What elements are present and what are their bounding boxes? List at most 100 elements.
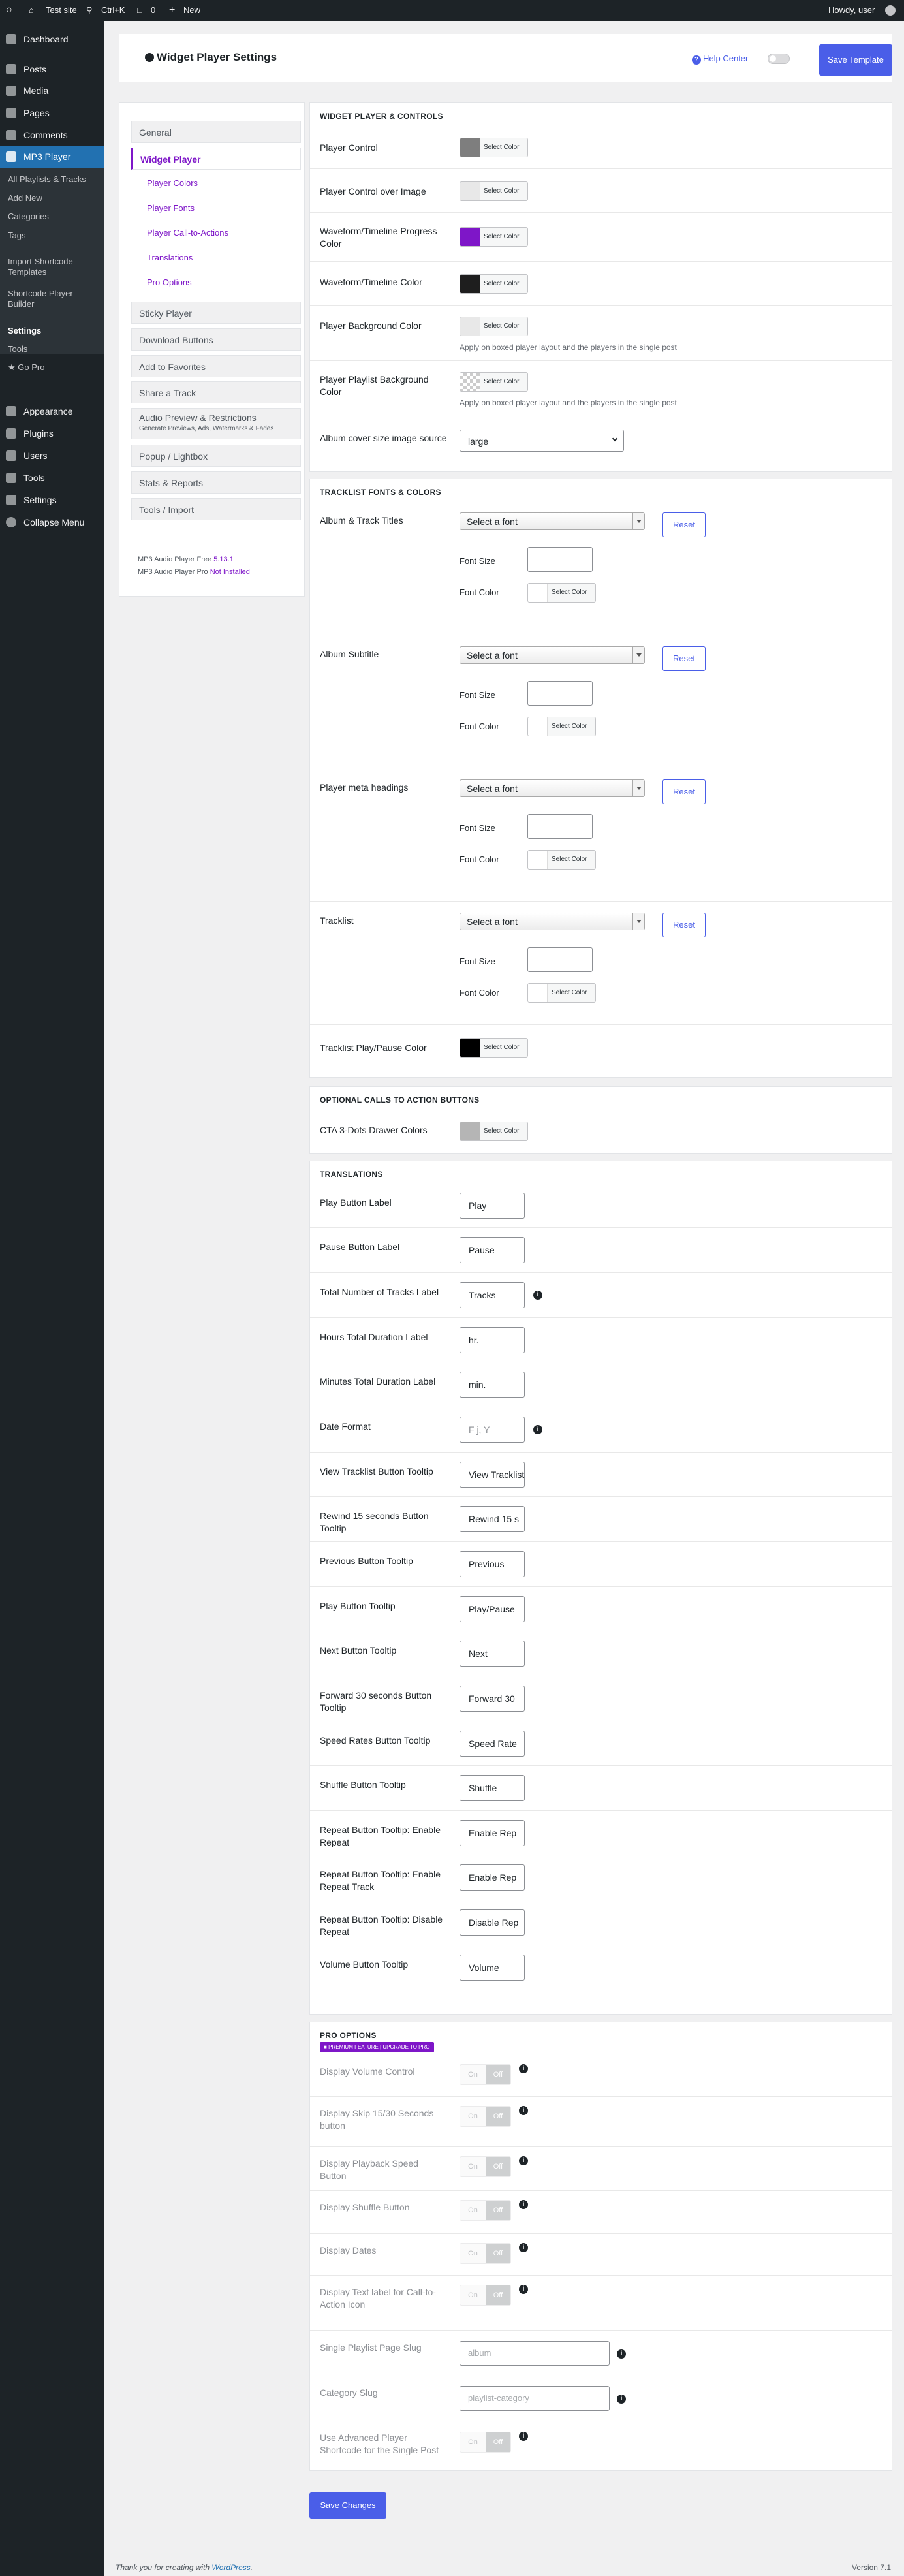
translation-input[interactable]: hr. bbox=[460, 1327, 525, 1353]
menu-collapse[interactable]: Collapse Menu bbox=[0, 511, 104, 533]
bg-color-picker[interactable]: Select Color bbox=[460, 317, 528, 336]
info-icon[interactable]: i bbox=[519, 2064, 528, 2073]
nav-widget-player[interactable]: Widget Player bbox=[131, 148, 301, 170]
search-shortcut[interactable]: Ctrl+K bbox=[101, 0, 125, 21]
submenu-settings[interactable]: Settings bbox=[8, 326, 41, 336]
menu-tools[interactable]: Tools bbox=[0, 467, 104, 489]
translation-input[interactable]: Tracks bbox=[460, 1282, 525, 1308]
translation-input[interactable]: Forward 30 bbox=[460, 1686, 525, 1712]
nav-sticky-player[interactable]: Sticky Player bbox=[131, 302, 301, 324]
new-content-link[interactable]: New bbox=[183, 0, 200, 21]
menu-pages[interactable]: Pages bbox=[0, 102, 104, 124]
menu-dashboard[interactable]: Dashboard bbox=[0, 28, 104, 50]
font-color-picker[interactable]: Select Color bbox=[527, 983, 596, 1003]
font-select[interactable]: Select a font bbox=[460, 646, 645, 664]
nav-audio-preview[interactable]: Audio Preview & Restrictions Generate Pre… bbox=[131, 408, 301, 439]
submenu-categories[interactable]: Categories bbox=[8, 212, 49, 222]
dark-mode-toggle[interactable] bbox=[768, 54, 790, 64]
font-size-input[interactable] bbox=[527, 814, 593, 839]
submenu-add-new[interactable]: Add New bbox=[8, 193, 42, 204]
info-icon[interactable]: i bbox=[533, 1291, 542, 1300]
nav-stats-reports[interactable]: Stats & Reports bbox=[131, 471, 301, 494]
font-select[interactable]: Select a font bbox=[460, 913, 645, 930]
comments-icon[interactable]: □ bbox=[137, 0, 142, 21]
save-changes-button[interactable]: Save Changes bbox=[309, 2492, 386, 2519]
nav-player-fonts[interactable]: Player Fonts bbox=[147, 203, 195, 213]
album-cover-select[interactable]: large bbox=[460, 430, 624, 452]
font-size-input[interactable] bbox=[527, 947, 593, 972]
translation-input[interactable]: Volume bbox=[460, 1955, 525, 1981]
translation-input[interactable]: Rewind 15 s bbox=[460, 1506, 525, 1532]
menu-posts[interactable]: Posts bbox=[0, 58, 104, 80]
submenu-all-playlists[interactable]: All Playlists & Tracks bbox=[8, 174, 86, 185]
nav-add-favorites[interactable]: Add to Favorites bbox=[131, 355, 301, 377]
nav-player-cta[interactable]: Player Call-to-Actions bbox=[147, 228, 228, 238]
translation-input[interactable]: Enable Rep bbox=[460, 1820, 525, 1846]
advanced-shortcode-toggle[interactable]: On Off bbox=[460, 2432, 511, 2453]
pro-toggle[interactable]: On Off bbox=[460, 2243, 511, 2264]
nav-player-colors[interactable]: Player Colors bbox=[147, 178, 198, 188]
category-slug-input[interactable]: playlist-category bbox=[460, 2386, 610, 2411]
translation-input[interactable]: Previous bbox=[460, 1551, 525, 1577]
menu-users[interactable]: Users bbox=[0, 445, 104, 467]
cta-drawer-picker[interactable]: Select Color bbox=[460, 1122, 528, 1141]
translation-input[interactable]: Enable Rep bbox=[460, 1864, 525, 1891]
avatar[interactable] bbox=[885, 5, 896, 16]
translation-input[interactable]: min. bbox=[460, 1372, 525, 1398]
nav-general[interactable]: General bbox=[131, 121, 301, 143]
waveform-progress-picker[interactable]: Select Color bbox=[460, 227, 528, 247]
premium-badge[interactable]: ■ PREMIUM FEATURE | UPGRADE TO PRO bbox=[320, 2042, 434, 2052]
nav-popup-lightbox[interactable]: Popup / Lightbox bbox=[131, 445, 301, 467]
nav-download-buttons[interactable]: Download Buttons bbox=[131, 328, 301, 351]
translation-input[interactable]: F j, Y bbox=[460, 1417, 525, 1443]
save-template-button[interactable]: Save Template bbox=[819, 44, 892, 76]
site-name-link[interactable]: Test site bbox=[46, 0, 77, 21]
reset-button[interactable]: Reset bbox=[662, 512, 706, 537]
reset-button[interactable]: Reset bbox=[662, 646, 706, 671]
info-icon[interactable]: i bbox=[519, 2243, 528, 2252]
submenu-go-pro[interactable]: ★ Go Pro bbox=[8, 362, 44, 373]
font-select[interactable]: Select a font bbox=[460, 779, 645, 797]
translation-input[interactable]: Play bbox=[460, 1193, 525, 1219]
pro-toggle[interactable]: On Off bbox=[460, 2156, 511, 2177]
reset-button[interactable]: Reset bbox=[662, 779, 706, 804]
translation-input[interactable]: Next bbox=[460, 1641, 525, 1667]
translation-input[interactable]: Play/Pause bbox=[460, 1596, 525, 1622]
nav-tools-import[interactable]: Tools / Import bbox=[131, 498, 301, 520]
font-color-picker[interactable]: Select Color bbox=[527, 583, 596, 603]
translation-input[interactable]: Shuffle bbox=[460, 1775, 525, 1801]
translation-input[interactable]: Speed Rate bbox=[460, 1731, 525, 1757]
search-icon[interactable]: ⚲ bbox=[86, 0, 93, 21]
wordpress-link[interactable]: WordPress bbox=[211, 2563, 250, 2572]
playlist-bg-picker[interactable]: Select Color bbox=[460, 372, 528, 392]
info-icon[interactable]: i bbox=[519, 2285, 528, 2294]
submenu-tags[interactable]: Tags bbox=[8, 230, 25, 241]
menu-comments[interactable]: Comments bbox=[0, 124, 104, 146]
player-control-image-picker[interactable]: Select Color bbox=[460, 181, 528, 201]
howdy-user[interactable]: Howdy, user bbox=[828, 0, 875, 21]
playlist-slug-input[interactable]: album bbox=[460, 2341, 610, 2366]
play-pause-picker[interactable]: Select Color bbox=[460, 1038, 528, 1058]
font-color-picker[interactable]: Select Color bbox=[527, 850, 596, 870]
info-icon[interactable]: i bbox=[617, 2349, 626, 2359]
font-color-picker[interactable]: Select Color bbox=[527, 717, 596, 736]
plus-icon[interactable]: + bbox=[169, 0, 175, 21]
pro-toggle[interactable]: On Off bbox=[460, 2285, 511, 2306]
menu-mp3-player[interactable]: MP3 Player bbox=[0, 146, 104, 168]
info-icon[interactable]: i bbox=[519, 2156, 528, 2165]
info-icon[interactable]: i bbox=[533, 1425, 542, 1434]
nav-share-track[interactable]: Share a Track bbox=[131, 381, 301, 403]
info-icon[interactable]: i bbox=[519, 2200, 528, 2209]
menu-appearance[interactable]: Appearance bbox=[0, 400, 104, 422]
menu-plugins[interactable]: Plugins bbox=[0, 422, 104, 445]
menu-settings[interactable]: Settings bbox=[0, 489, 104, 511]
comments-count[interactable]: 0 bbox=[151, 0, 155, 21]
font-size-input[interactable] bbox=[527, 681, 593, 706]
nav-translations[interactable]: Translations bbox=[147, 253, 193, 262]
font-size-input[interactable] bbox=[527, 547, 593, 572]
nav-pro-options[interactable]: Pro Options bbox=[147, 277, 192, 287]
menu-media[interactable]: Media bbox=[0, 80, 104, 102]
submenu-import-templates[interactable]: Import Shortcode Templates bbox=[8, 257, 80, 277]
pro-toggle[interactable]: On Off bbox=[460, 2200, 511, 2221]
info-icon[interactable]: i bbox=[519, 2432, 528, 2441]
